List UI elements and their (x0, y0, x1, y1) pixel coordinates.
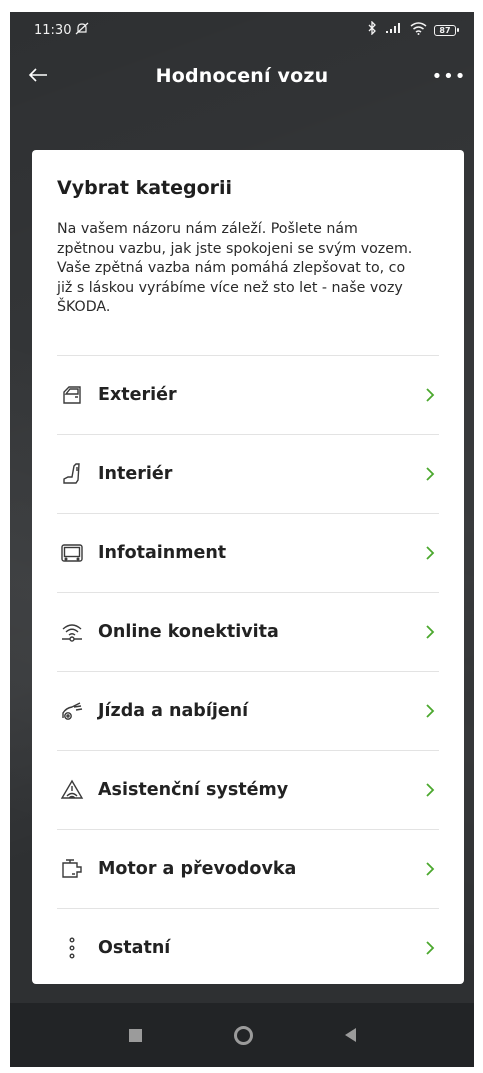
category-item-motor-a-prevodovka[interactable]: Motor a převodovka (57, 829, 439, 908)
chevron-right-icon (421, 781, 439, 799)
status-time-group: 11:30 (34, 22, 89, 39)
category-label: Infotainment (98, 543, 227, 563)
back-icon[interactable] (344, 1028, 356, 1042)
chevron-right-icon (421, 544, 439, 562)
recent-apps-icon[interactable] (128, 1028, 142, 1042)
assistance-warning-icon (59, 777, 85, 803)
card-title: Vybrat kategorii (57, 177, 233, 199)
page-title: Hodnocení vozu (155, 65, 329, 87)
category-item-interier[interactable]: Interiér (57, 434, 439, 513)
car-door-icon (59, 382, 85, 408)
back-button[interactable] (10, 48, 66, 104)
status-bar: 11:30 87 (10, 12, 474, 48)
category-list: Exteriér Interiér Infotainment Online ko… (57, 355, 439, 987)
signal-icon (385, 22, 403, 38)
chevron-right-icon (421, 623, 439, 641)
category-label: Online konektivita (98, 622, 279, 642)
category-item-asistencni-systemy[interactable]: Asistenční systémy (57, 750, 439, 829)
chevron-right-icon (421, 465, 439, 483)
arrow-left-icon (28, 64, 48, 89)
category-item-ostatni[interactable]: Ostatní (57, 908, 439, 987)
bluetooth-icon (367, 20, 378, 39)
more-horizontal-icon: ••• (431, 65, 467, 87)
category-label: Jízda a nabíjení (98, 701, 249, 721)
system-nav-bar (10, 1003, 474, 1067)
category-label: Ostatní (98, 938, 171, 958)
more-vertical-icon (59, 935, 85, 961)
home-icon[interactable] (233, 1025, 253, 1045)
battery-level: 87 (439, 25, 451, 35)
infotainment-screen-icon (59, 540, 85, 566)
chevron-right-icon (421, 939, 439, 957)
category-item-exterier[interactable]: Exteriér (57, 355, 439, 434)
more-options-button[interactable]: ••• (424, 48, 474, 104)
chevron-right-icon (421, 702, 439, 720)
phone-screen: 11:30 87 Hodnocení vozu ••• Vybrat kateg… (10, 12, 474, 1067)
category-item-jizda-a-nabijeni[interactable]: Jízda a nabíjení (57, 671, 439, 750)
category-label: Exteriér (98, 385, 177, 405)
card-description: Na vašem názoru nám záleží. Pošlete nám … (57, 221, 413, 316)
mute-icon (75, 22, 89, 39)
category-label: Motor a převodovka (98, 859, 297, 879)
chevron-right-icon (421, 386, 439, 404)
category-item-online-konektivita[interactable]: Online konektivita (57, 592, 439, 671)
engine-icon (59, 856, 85, 882)
app-bar: Hodnocení vozu ••• (10, 48, 474, 104)
category-label: Interiér (98, 464, 173, 484)
category-label: Asistenční systémy (98, 780, 289, 800)
status-icons: 87 (367, 20, 459, 39)
battery-icon: 87 (434, 24, 459, 36)
car-seat-icon (59, 461, 85, 487)
category-item-infotainment[interactable]: Infotainment (57, 513, 439, 592)
card-header: Vybrat kategorii Na vašem názoru nám zál… (32, 150, 464, 318)
chevron-right-icon (421, 860, 439, 878)
wifi-icon (410, 21, 427, 39)
category-card: Vybrat kategorii Na vašem názoru nám zál… (32, 150, 464, 984)
status-time: 11:30 (34, 22, 72, 38)
driving-charging-icon (59, 698, 85, 724)
connectivity-icon (59, 619, 85, 645)
